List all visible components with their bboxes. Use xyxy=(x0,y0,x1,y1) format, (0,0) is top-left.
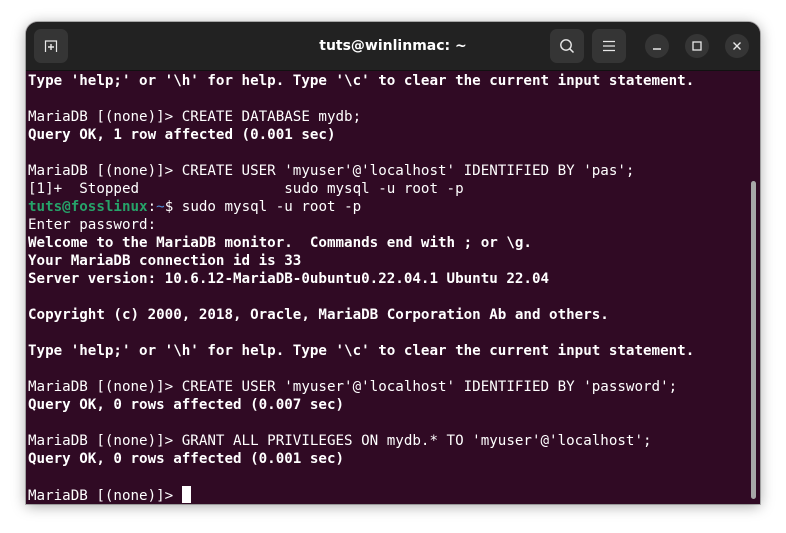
shell-prompt-user: tuts@fosslinux xyxy=(28,199,148,215)
terminal-line-text: [1]+ Stopped sudo mysql -u root -p xyxy=(28,181,464,197)
terminal-line: Type 'help;' or '\h' for help. Type '\c'… xyxy=(28,342,746,360)
scrollbar-thumb[interactable] xyxy=(751,181,756,499)
terminal-line: MariaDB [(none)]> CREATE DATABASE mydb; xyxy=(28,108,746,126)
terminal-line: Server version: 10.6.12-MariaDB-0ubuntu0… xyxy=(28,270,746,288)
new-tab-icon xyxy=(44,40,58,52)
text-cursor xyxy=(181,486,191,503)
shell-prompt-separator: : xyxy=(147,199,157,215)
search-icon xyxy=(560,39,575,54)
shell-prompt-path: ~ xyxy=(156,199,165,215)
terminal-line-text: Query OK, 0 rows affected (0.007 sec) xyxy=(28,397,345,413)
terminal-line-text: Welcome to the MariaDB monitor. Commands… xyxy=(28,235,532,251)
terminal-line-text: MariaDB [(none)]> CREATE USER 'myuser'@'… xyxy=(28,379,678,395)
title-bar: tuts@winlinmac: ~ xyxy=(26,22,760,71)
shell-command: sudo mysql -u root -p xyxy=(181,199,362,215)
terminal-line-text: MariaDB [(none)]> CREATE USER 'myuser'@'… xyxy=(28,163,635,179)
mariadb-prompt: MariaDB [(none)]> xyxy=(28,488,182,504)
terminal-line-text: Type 'help;' or '\h' for help. Type '\c'… xyxy=(28,73,695,89)
maximize-icon xyxy=(692,41,702,51)
terminal-line: Copyright (c) 2000, 2018, Oracle, MariaD… xyxy=(28,306,746,324)
terminal-line: [1]+ Stopped sudo mysql -u root -p xyxy=(28,180,746,198)
terminal-line: Query OK, 1 row affected (0.001 sec) xyxy=(28,126,746,144)
terminal-window: tuts@winlinmac: ~ Type 'help;' or '\h' f… xyxy=(26,22,760,504)
close-button[interactable] xyxy=(725,34,749,58)
close-icon xyxy=(733,42,741,50)
terminal-line-text: Query OK, 1 row affected (0.001 sec) xyxy=(28,127,336,143)
minimize-icon xyxy=(653,48,661,50)
terminal-line-text: Enter password: xyxy=(28,217,165,233)
search-button[interactable] xyxy=(550,29,584,63)
terminal-line: MariaDB [(none)]> CREATE USER 'myuser'@'… xyxy=(28,162,746,180)
terminal-line: Enter password: xyxy=(28,216,746,234)
terminal-line: MariaDB [(none)]> GRANT ALL PRIVILEGES O… xyxy=(28,432,746,450)
terminal-line-text: Your MariaDB connection id is 33 xyxy=(28,253,302,269)
minimize-button[interactable] xyxy=(645,34,669,58)
terminal-output[interactable]: Type 'help;' or '\h' for help. Type '\c'… xyxy=(26,71,746,504)
terminal-line-text: Query OK, 0 rows affected (0.001 sec) xyxy=(28,451,345,467)
terminal-line-text: MariaDB [(none)]> CREATE DATABASE mydb; xyxy=(28,109,362,125)
menu-button[interactable] xyxy=(592,29,626,63)
maximize-button[interactable] xyxy=(685,34,709,58)
terminal-line-text: Copyright (c) 2000, 2018, Oracle, MariaD… xyxy=(28,307,609,323)
terminal-line: Type 'help;' or '\h' for help. Type '\c'… xyxy=(28,72,746,90)
terminal-line-text: Server version: 10.6.12-MariaDB-0ubuntu0… xyxy=(28,271,550,287)
hamburger-menu-icon xyxy=(603,40,615,52)
shell-prompt-symbol: $ xyxy=(164,199,182,215)
terminal-line: MariaDB [(none)]> CREATE USER 'myuser'@'… xyxy=(28,378,746,396)
terminal-line: Welcome to the MariaDB monitor. Commands… xyxy=(28,234,746,252)
terminal-line: Query OK, 0 rows affected (0.007 sec) xyxy=(28,396,746,414)
current-prompt-line[interactable]: MariaDB [(none)]> xyxy=(28,486,746,504)
terminal-line-text: MariaDB [(none)]> GRANT ALL PRIVILEGES O… xyxy=(28,433,652,449)
terminal-line: Your MariaDB connection id is 33 xyxy=(28,252,746,270)
terminal-line: Query OK, 0 rows affected (0.001 sec) xyxy=(28,450,746,468)
terminal-line-text: Type 'help;' or '\h' for help. Type '\c'… xyxy=(28,343,695,359)
new-tab-button[interactable] xyxy=(34,29,68,63)
terminal-line: tuts@fosslinux:~$ sudo mysql -u root -p xyxy=(28,198,746,216)
